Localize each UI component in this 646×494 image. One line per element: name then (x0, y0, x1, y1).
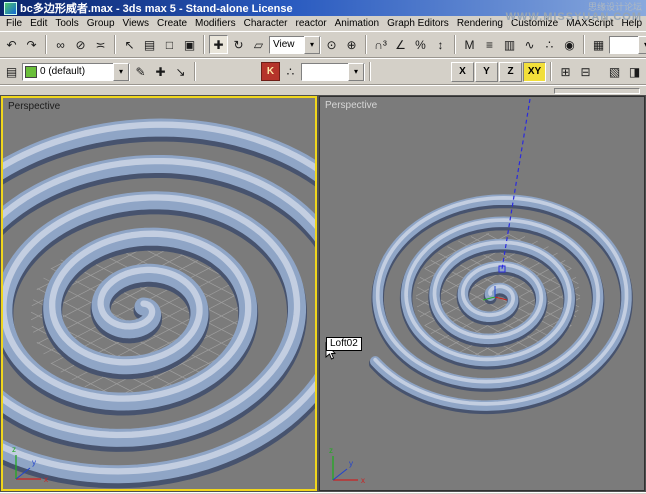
chevron-down-icon[interactable]: ▾ (113, 62, 129, 81)
keyboard-shortcut-override-icon[interactable]: K (261, 62, 280, 81)
watermark-line1: 思缘设计论坛 (587, 2, 642, 12)
svg-text:z: z (329, 446, 333, 455)
link-icon[interactable]: ∞ (51, 35, 70, 54)
layer-dropdown[interactable]: 0 (default) ▾ (22, 62, 130, 81)
menu-customize[interactable]: Customize (507, 18, 562, 29)
layer-list-icon[interactable]: ▤ (2, 62, 21, 81)
svg-text:y: y (349, 459, 353, 468)
axis-constraint-x-button[interactable]: X (451, 61, 474, 82)
curve-editor-icon[interactable]: ∿ (520, 35, 539, 54)
toolbar-separator (369, 62, 371, 81)
left-viewport-scene[interactable] (3, 98, 315, 489)
redo-icon[interactable]: ↷ (22, 35, 41, 54)
toolbar-right1-icon[interactable]: ▧ (605, 62, 624, 81)
viewport-left-label[interactable]: Perspective (8, 101, 60, 112)
toolbar-separator (583, 35, 585, 54)
svg-text:y: y (32, 458, 36, 467)
right-viewport-scene[interactable] (320, 97, 644, 490)
undo-icon[interactable]: ↶ (2, 35, 21, 54)
menu-views[interactable]: Views (119, 18, 154, 29)
rect-region-icon[interactable]: □ (160, 35, 179, 54)
viewport-right-label[interactable]: Perspective (325, 100, 377, 111)
svg-text:z: z (12, 445, 16, 454)
menu-reactor[interactable]: reactor (292, 18, 331, 29)
select-object-icon[interactable]: ↖ (120, 35, 139, 54)
toolbar-separator (45, 35, 47, 54)
dock-strip (0, 85, 646, 95)
menu-tools[interactable]: Tools (51, 18, 82, 29)
select-and-scale-icon[interactable]: ▱ (249, 35, 268, 54)
menu-modifiers[interactable]: Modifiers (191, 18, 240, 29)
axis-constraint-y-button[interactable]: Y (475, 61, 498, 82)
toolbar-separator (365, 35, 367, 54)
chevron-down-icon[interactable]: ▾ (304, 35, 320, 54)
toolbar-separator (203, 35, 205, 54)
select-and-rotate-icon[interactable]: ↻ (229, 35, 248, 54)
toolbar-separator (114, 35, 116, 54)
menu-bar: File Edit Tools Group Views Create Modif… (0, 16, 646, 31)
menu-create[interactable]: Create (153, 18, 191, 29)
use-center-icon[interactable]: ⊙ (322, 35, 341, 54)
toolbar-more2-icon[interactable]: ⊟ (576, 62, 595, 81)
chevron-down-icon[interactable]: ▾ (638, 35, 646, 54)
unlink-icon[interactable]: ⊘ (71, 35, 90, 54)
axis-tripod: z xy (12, 445, 48, 484)
select-and-move-icon[interactable]: ✚ (209, 35, 228, 54)
angle-snap-icon[interactable]: ∠ (391, 35, 410, 54)
reference-coordinate-dropdown[interactable]: View ▾ (269, 35, 321, 54)
menu-character[interactable]: Character (240, 18, 292, 29)
toolbar-separator (550, 62, 552, 81)
select-and-manipulate-icon[interactable]: ⊕ (342, 35, 361, 54)
object-tooltip: Loft02 (326, 337, 362, 351)
toolbar-separator (194, 62, 196, 81)
snap-toggle-icon[interactable]: ∩³ (371, 35, 390, 54)
crossing-selection-icon[interactable]: ▣ (180, 35, 199, 54)
layers-axis-toolbar: ▤ 0 (default) ▾ ✎ ✚ ↘ K ∴ ▾ X Y Z XY ⊞ ⊟… (0, 58, 646, 85)
window-title: bc多边形威者.max - 3ds max 5 - Stand-alone Li… (20, 3, 293, 15)
title-bar: bc多边形威者.max - 3ds max 5 - Stand-alone Li… (0, 0, 646, 23)
select-by-name-icon[interactable]: ▤ (140, 35, 159, 54)
edit-layer-icon[interactable]: ✎ (131, 62, 150, 81)
menu-group[interactable]: Group (83, 18, 119, 29)
bind-spacewarp-icon[interactable]: ≍ (91, 35, 110, 54)
menu-graph-editors[interactable]: Graph Editors (383, 18, 453, 29)
viewport-left[interactable]: Perspective z xy (1, 96, 317, 491)
menu-rendering[interactable]: Rendering (453, 18, 507, 29)
toolbar-more1-icon[interactable]: ⊞ (556, 62, 575, 81)
render-type-dropdown[interactable]: ▾ (609, 35, 646, 54)
menu-edit[interactable]: Edit (26, 18, 51, 29)
svg-text:x: x (361, 476, 365, 485)
schematic-colored-icon[interactable]: ∴ (281, 62, 300, 81)
svg-text:x: x (44, 475, 48, 484)
mirror-icon[interactable]: M (460, 35, 479, 54)
percent-snap-icon[interactable]: % (411, 35, 430, 54)
toolbar-separator (454, 35, 456, 54)
layer-manager-icon[interactable]: ▥ (500, 35, 519, 54)
axis-constraint-xy-button[interactable]: XY (523, 61, 546, 82)
menu-maxscript[interactable]: MAXScript (562, 18, 617, 29)
viewport-right[interactable]: Perspective Loft02 z xy (319, 96, 645, 491)
axis-constraint-z-button[interactable]: Z (499, 61, 522, 82)
layer-dropdown-value: 0 (default) (40, 66, 86, 77)
menu-file[interactable]: File (2, 18, 26, 29)
menu-help[interactable]: Help (617, 18, 646, 29)
menu-animation[interactable]: Animation (331, 18, 383, 29)
dock-slot (554, 88, 640, 94)
layer-color-swatch (25, 65, 37, 78)
app-icon[interactable] (4, 1, 17, 15)
align-icon[interactable]: ≡ (480, 35, 499, 54)
viewport-area: Perspective zxy Perspective Loft02 zxy (0, 95, 646, 492)
extras-dropdown[interactable]: ▾ (301, 62, 365, 81)
add-layer-icon[interactable]: ✚ (151, 62, 170, 81)
spinner-snap-icon[interactable]: ↕ (431, 35, 450, 54)
main-toolbar: ↶ ↷ ∞ ⊘ ≍ ↖ ▤ □ ▣ ✚ ↻ ▱ View ▾ ⊙ ⊕ ∩³ ∠ … (0, 31, 646, 58)
material-editor-icon[interactable]: ◉ (560, 35, 579, 54)
toolbar-right2-icon[interactable]: ◨ (625, 62, 644, 81)
reference-coordinate-value: View (273, 39, 295, 50)
axis-tripod: z xy (329, 446, 365, 485)
schematic-view-icon[interactable]: ∴ (540, 35, 559, 54)
chevron-down-icon[interactable]: ▾ (348, 62, 364, 81)
select-by-layer-icon[interactable]: ↘ (171, 62, 190, 81)
render-scene-icon[interactable]: ▦ (589, 35, 608, 54)
